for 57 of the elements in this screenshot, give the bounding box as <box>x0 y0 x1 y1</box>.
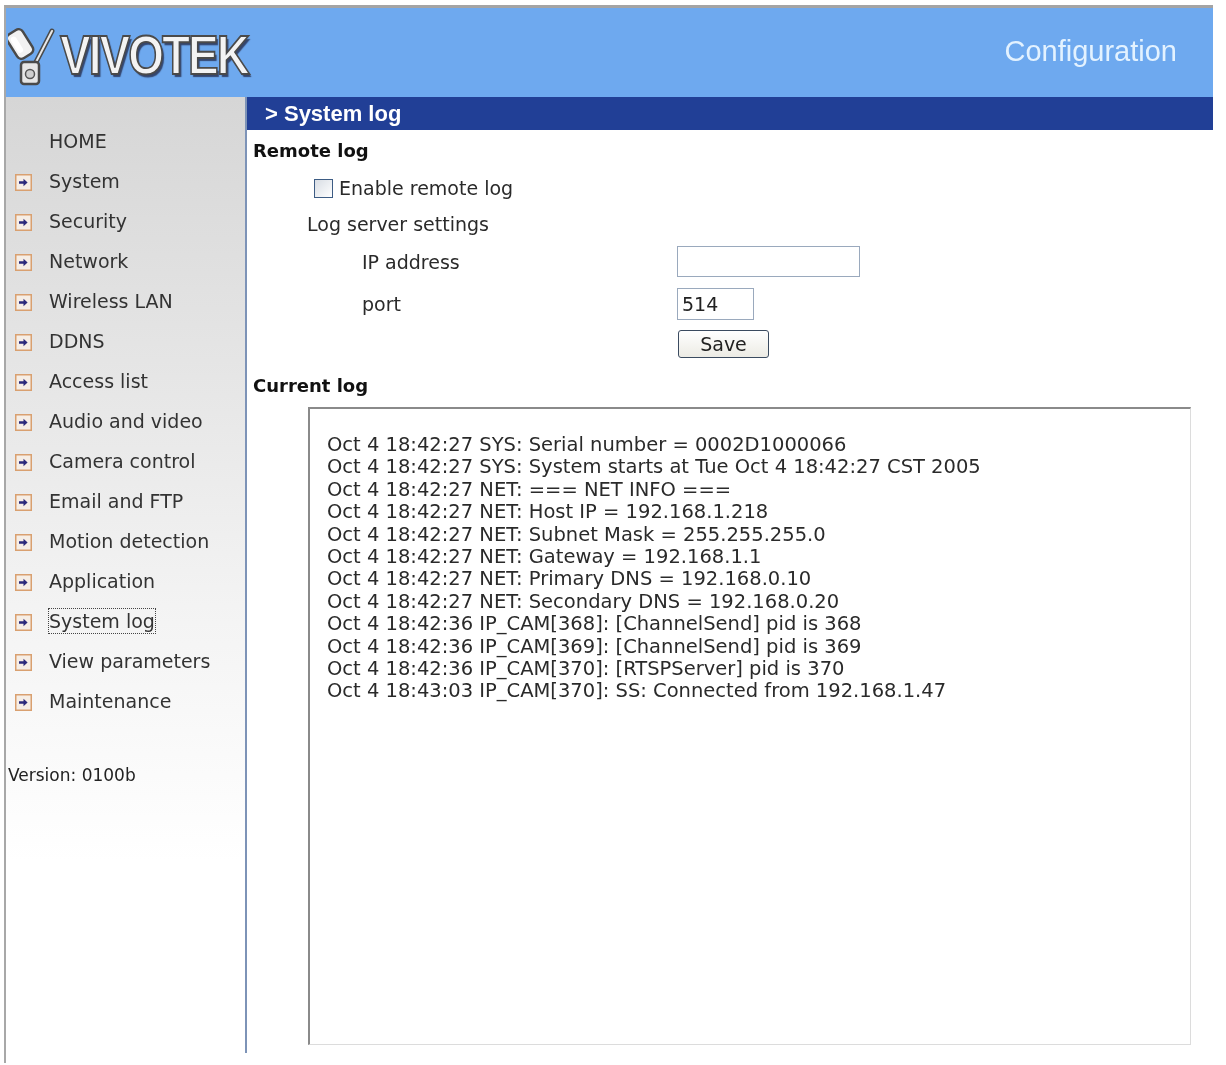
log-line: Oct 4 18:42:27 SYS: Serial number = 0002D1000066 <box>327 434 847 457</box>
log-line: Oct 4 18:43:03 IP_CAM[370]: SS: Connected from 192.168.1.47 <box>327 680 947 703</box>
arrow-box-icon[interactable] <box>15 254 32 271</box>
log-line: Oct 4 18:42:27 NET: === NET INFO === <box>327 478 732 502</box>
checkbox-label: Enable remote log <box>339 176 514 200</box>
nav-link[interactable]: View parameters <box>48 648 212 674</box>
log-line: Oct 4 18:42:36 IP_CAM[369]: [ChannelSend] pid is 369 <box>327 635 862 659</box>
log-line: Oct 4 18:42:27 NET: Subnet Mask = 255.255.255.0 <box>327 523 826 547</box>
home-link[interactable]: HOME <box>48 128 108 154</box>
arrow-box-icon[interactable] <box>15 294 32 311</box>
camera-mount-icon <box>8 27 56 86</box>
nav-link[interactable]: Network <box>48 248 130 274</box>
nav-link[interactable]: Application <box>48 568 157 594</box>
nav-link[interactable]: Wireless LAN <box>48 288 174 314</box>
ip-address-field[interactable] <box>677 246 860 277</box>
nav-link[interactable]: DDNS <box>48 328 106 354</box>
nav-link[interactable]: Security <box>48 208 129 234</box>
save-button[interactable]: Save <box>678 330 769 358</box>
nav-link[interactable]: Audio and video <box>48 408 204 434</box>
log-line: Oct 4 18:42:27 NET: Gateway = 192.168.1.1 <box>327 546 762 569</box>
log-line: Oct 4 18:42:36 IP_CAM[368]: [ChannelSend] pid is 368 <box>327 613 862 636</box>
page-title: > System log <box>265 100 402 127</box>
arrow-box-icon[interactable] <box>15 174 32 191</box>
arrow-box-icon[interactable] <box>15 614 32 631</box>
log-line: Oct 4 18:42:27 NET: Primary DNS = 192.168.0.10 <box>327 568 812 591</box>
arrow-box-icon[interactable] <box>15 214 32 231</box>
arrow-box-icon[interactable] <box>15 654 32 671</box>
nav-link[interactable]: Motion detection <box>48 528 211 554</box>
version-text: Version: 0100b <box>7 765 137 785</box>
settings-label: Log server settings <box>306 212 490 236</box>
checkbox[interactable] <box>314 178 333 198</box>
logo-text: VIVOTEK <box>60 26 248 83</box>
log-line: Oct 4 18:42:27 NET: Host IP = 192.168.1.218 <box>327 501 769 524</box>
arrow-box-icon[interactable] <box>15 494 32 511</box>
arrow-box-icon[interactable] <box>15 534 32 551</box>
log-line: Oct 4 18:42:36 IP_CAM[370]: [RTSPServer] pid is 370 <box>327 658 845 681</box>
nav-link[interactable]: System log <box>48 608 156 634</box>
field-label: IP address <box>362 249 461 274</box>
arrow-box-icon[interactable] <box>15 414 32 431</box>
arrow-box-icon[interactable] <box>15 374 32 391</box>
nav-link[interactable]: System <box>48 168 121 194</box>
log-line: Oct 4 18:42:27 NET: Secondary DNS = 192.168.0.20 <box>327 590 840 614</box>
port-field[interactable]: 514 <box>677 288 754 320</box>
arrow-box-icon[interactable] <box>15 574 32 591</box>
log-textarea[interactable] <box>308 407 1191 1045</box>
nav-link[interactable]: Camera control <box>48 448 197 474</box>
nav-link[interactable]: Email and FTP <box>48 488 185 514</box>
arrow-box-icon[interactable] <box>15 454 32 471</box>
nav-link[interactable]: Access list <box>48 368 149 394</box>
section-heading: Current log <box>252 375 370 397</box>
log-line: Oct 4 18:42:27 SYS: System starts at Tue Oct 4 18:42:27 CST 2005 <box>327 456 981 479</box>
section-heading: Remote log <box>252 140 370 162</box>
nav-link[interactable]: Maintenance <box>48 688 173 714</box>
arrow-box-icon[interactable] <box>15 694 32 711</box>
arrow-box-icon[interactable] <box>15 334 32 351</box>
header-title: Configuration <box>1004 35 1177 68</box>
field-label: port <box>362 292 402 316</box>
